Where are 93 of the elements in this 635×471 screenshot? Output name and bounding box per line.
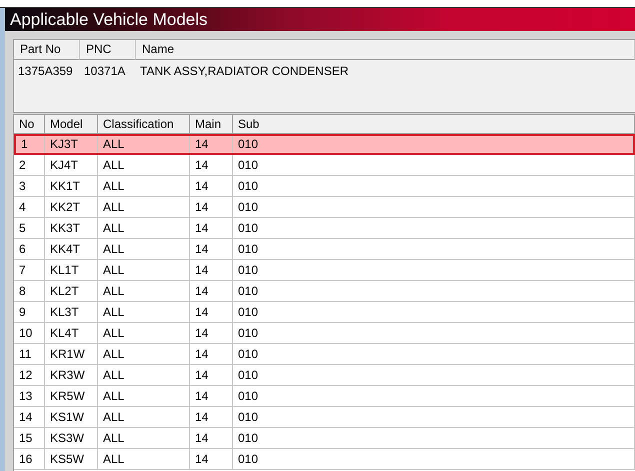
table-cell: KS1W bbox=[45, 407, 98, 428]
table-cell: KL4T bbox=[45, 323, 98, 344]
column-header[interactable]: No bbox=[14, 114, 45, 134]
table-cell: 8 bbox=[14, 281, 45, 302]
table-cell: 2 bbox=[14, 155, 45, 176]
table-cell: 10 bbox=[14, 323, 45, 344]
table-cell: ALL bbox=[98, 136, 190, 153]
table-cell: KR5W bbox=[45, 386, 98, 407]
selected-row[interactable]: 1 KJ3T ALL 14 010 bbox=[14, 134, 635, 155]
table-cell: 7 bbox=[14, 260, 45, 281]
table-cell: 11 bbox=[14, 344, 45, 365]
column-header[interactable]: PNC bbox=[80, 40, 136, 60]
table-cell: KK3T bbox=[45, 218, 98, 239]
table-cell: 010 bbox=[233, 239, 635, 260]
table-cell: KK4T bbox=[45, 239, 98, 260]
table-cell: 15 bbox=[14, 428, 45, 449]
table-cell: KR3W bbox=[45, 365, 98, 386]
table-cell: KS3W bbox=[45, 428, 98, 449]
column-header[interactable]: Name bbox=[136, 40, 635, 60]
table-cell: KL3T bbox=[45, 302, 98, 323]
table-cell: 010 bbox=[233, 176, 635, 197]
table-cell: 010 bbox=[233, 344, 635, 365]
column-header[interactable]: Sub bbox=[233, 114, 635, 134]
table-cell: 010 bbox=[233, 323, 635, 344]
table-cell: ALL bbox=[98, 260, 190, 281]
table-cell: 14 bbox=[190, 136, 233, 153]
table-cell: 14 bbox=[190, 260, 233, 281]
table-cell: 010 bbox=[233, 136, 633, 153]
table-cell: 010 bbox=[233, 365, 635, 386]
table-cell: 14 bbox=[190, 344, 233, 365]
table-cell: ALL bbox=[98, 197, 190, 218]
table-cell: ALL bbox=[98, 449, 190, 470]
table-cell: 010 bbox=[233, 428, 635, 449]
table-cell: 010 bbox=[233, 302, 635, 323]
table-cell: 16 bbox=[14, 449, 45, 470]
table-cell: 1 bbox=[16, 136, 45, 153]
table-cell: 14 bbox=[190, 365, 233, 386]
table-cell: 010 bbox=[233, 281, 635, 302]
table-cell: 010 bbox=[233, 218, 635, 239]
table-cell: 14 bbox=[190, 302, 233, 323]
table-cell: 14 bbox=[190, 386, 233, 407]
column-header[interactable]: Model bbox=[45, 114, 98, 134]
table-cell: 010 bbox=[233, 155, 635, 176]
table-cell: 14 bbox=[190, 197, 233, 218]
table-cell: 14 bbox=[14, 407, 45, 428]
table-cell: ALL bbox=[98, 176, 190, 197]
table-cell: KK1T bbox=[45, 176, 98, 197]
table-cell: 3 bbox=[14, 176, 45, 197]
table-cell: KS5W bbox=[45, 449, 98, 470]
column-header[interactable]: Part No bbox=[14, 40, 80, 60]
table-cell: 9 bbox=[14, 302, 45, 323]
table-cell: 14 bbox=[190, 218, 233, 239]
table-cell: 010 bbox=[233, 449, 635, 470]
table-cell: 010 bbox=[233, 197, 635, 218]
table-cell: KR1W bbox=[45, 344, 98, 365]
table-cell: ALL bbox=[98, 218, 190, 239]
table-cell-text: 1375A359 bbox=[17, 63, 74, 80]
table-cell: 14 bbox=[190, 449, 233, 470]
table-cell: 14 bbox=[190, 281, 233, 302]
table-cell-text: TANK ASSY,RADIATOR CONDENSER bbox=[139, 63, 350, 80]
table-cell: KL2T bbox=[45, 281, 98, 302]
table-cell: ALL bbox=[98, 281, 190, 302]
table-cell: 010 bbox=[233, 260, 635, 281]
window-title: Applicable Vehicle Models bbox=[5, 8, 635, 31]
table-cell: 14 bbox=[190, 176, 233, 197]
column-header[interactable]: Classification bbox=[98, 114, 190, 134]
table-cell: ALL bbox=[98, 302, 190, 323]
table-cell: ALL bbox=[98, 365, 190, 386]
table-cell: 010 bbox=[233, 407, 635, 428]
table-cell: 13 bbox=[14, 386, 45, 407]
table-cell: KK2T bbox=[45, 197, 98, 218]
table-cell: KL1T bbox=[45, 260, 98, 281]
table-cell: 5 bbox=[14, 218, 45, 239]
table-cell: 14 bbox=[190, 155, 233, 176]
table-cell: KJ4T bbox=[45, 155, 98, 176]
table-cell: 12 bbox=[14, 365, 45, 386]
table-cell: ALL bbox=[98, 386, 190, 407]
table-cell-text: 10371A bbox=[83, 63, 126, 80]
table-cell: ALL bbox=[98, 344, 190, 365]
table-cell: 14 bbox=[190, 239, 233, 260]
table-cell: KJ3T bbox=[45, 136, 98, 153]
table-cell: ALL bbox=[98, 239, 190, 260]
table-cell: 4 bbox=[14, 197, 45, 218]
table-cell: 010 bbox=[233, 386, 635, 407]
table-cell: ALL bbox=[98, 155, 190, 176]
table-cell: ALL bbox=[98, 323, 190, 344]
column-header[interactable]: Main bbox=[190, 114, 233, 134]
table-cell: ALL bbox=[98, 428, 190, 449]
table-cell: 14 bbox=[190, 428, 233, 449]
table-cell: 6 bbox=[14, 239, 45, 260]
table-cell: ALL bbox=[98, 407, 190, 428]
table-cell: 14 bbox=[190, 323, 233, 344]
table-cell: 14 bbox=[190, 407, 233, 428]
